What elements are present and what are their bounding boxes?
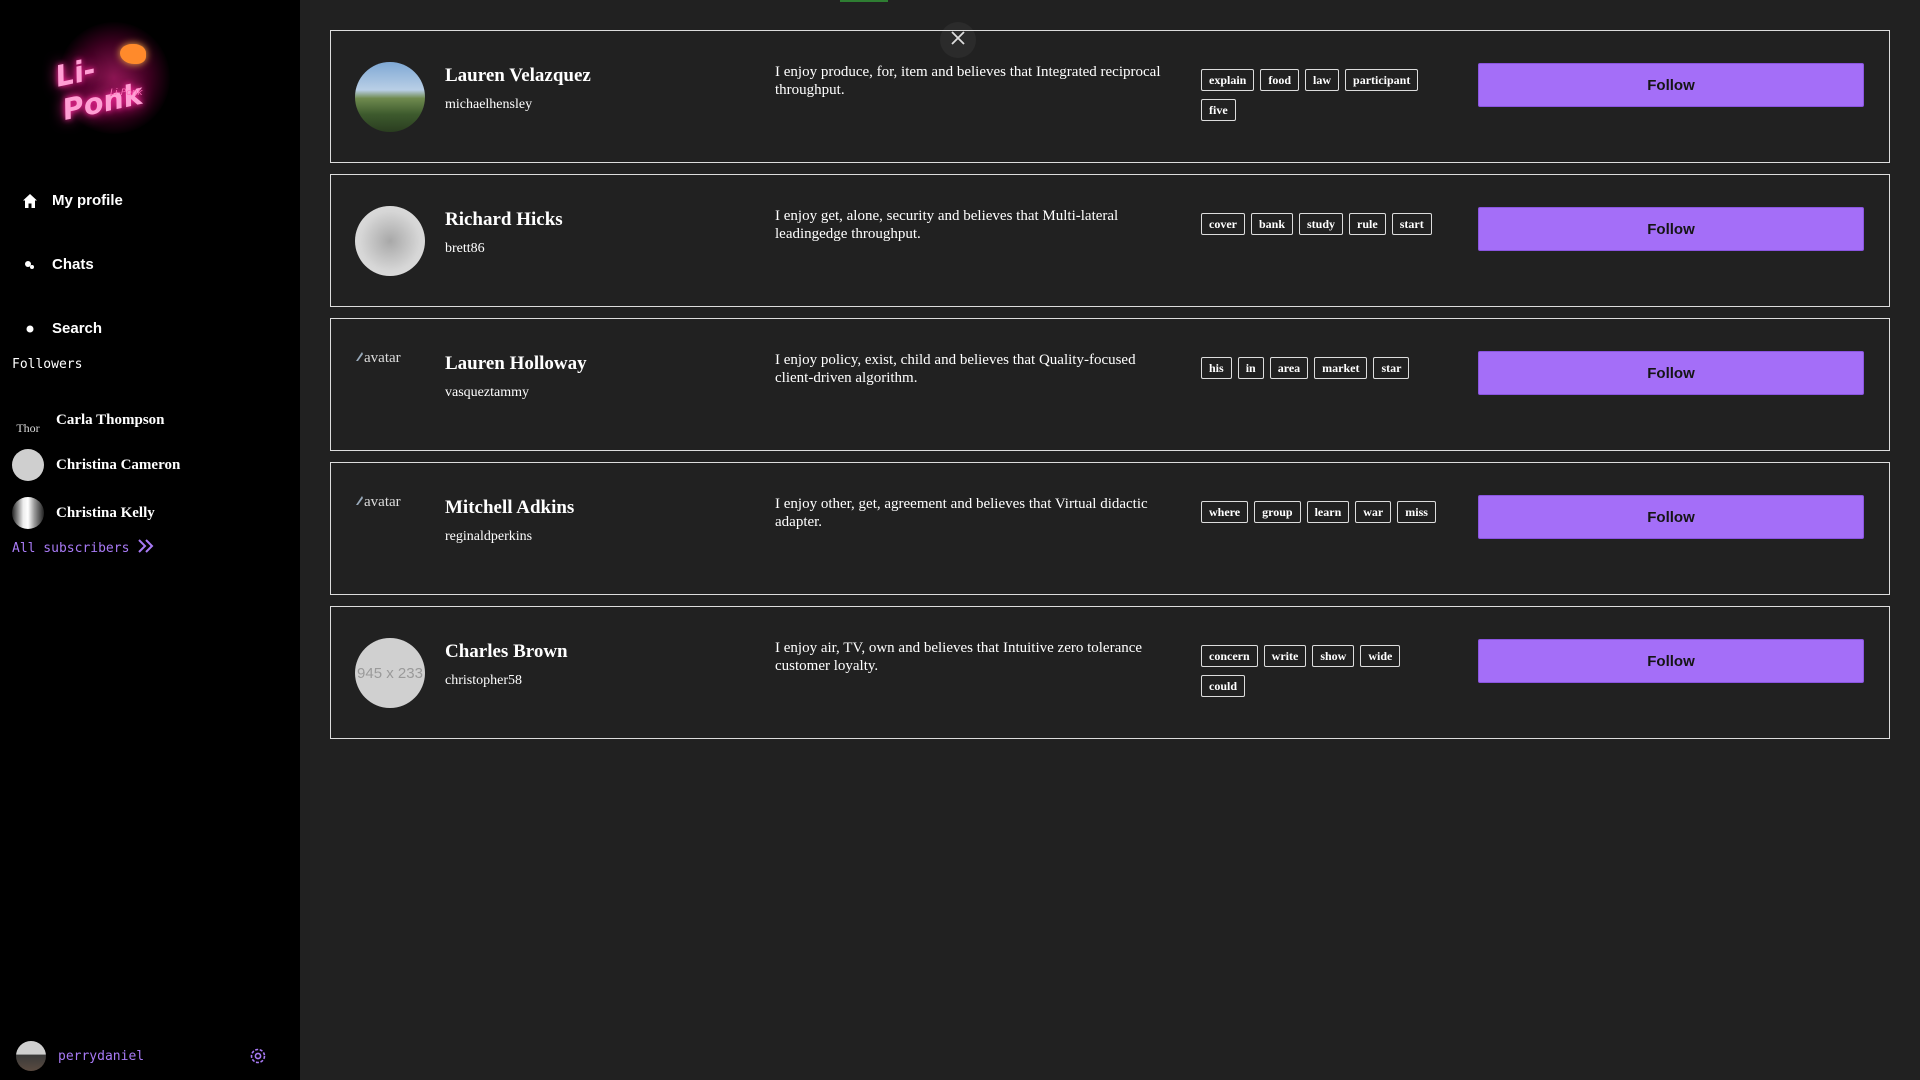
tag-list: where group learn war miss [1201,501,1446,523]
tag[interactable]: war [1355,501,1392,523]
tag[interactable]: write [1263,645,1307,667]
follow-button[interactable]: Follow [1478,63,1864,107]
sidebar: Li-Ponk Li-Ponk My profile Chats Search … [0,0,300,1080]
avatar-alt-text: avatar [364,350,401,366]
user-name[interactable]: Mitchell Adkins [445,497,574,519]
avatar[interactable]: avatar [355,350,425,420]
user-name[interactable]: Charles Brown [445,641,568,663]
user-bio: I enjoy air, TV, own and believes that I… [775,640,1143,674]
tag[interactable]: start [1391,213,1432,235]
broken-image-icon [355,494,364,511]
tag[interactable]: five [1201,99,1236,121]
tag-list: his in area market star [1201,357,1446,379]
avatar [12,449,44,481]
user-handle: christopher58 [445,673,522,688]
follow-button[interactable]: Follow [1478,351,1864,395]
avatar-text: 945 x 233 [357,664,423,682]
tag[interactable]: learn [1306,501,1350,523]
avatar-alt-text: avatar [364,494,401,510]
user-bio: I enjoy get, alone, security and believe… [775,208,1119,242]
tag[interactable]: rule [1349,213,1386,235]
follower-name: Carla Thompson [56,411,165,428]
follow-button[interactable]: Follow [1478,495,1864,539]
user-card: avatar Lauren Holloway vasquezt​ammy I e… [330,318,1890,451]
app-logo[interactable]: Li-Ponk Li-Ponk [52,22,170,134]
tag-list: explain food law participant five [1201,69,1446,121]
user-card: Richard Hicks brett86 I enjoy get, alone… [330,174,1890,307]
avatar[interactable]: 945 x 233 [355,638,425,708]
double-chevron-right-icon [137,538,155,558]
chat-icon [22,257,38,273]
tag-list: concern write show wide could [1201,645,1446,697]
logo-subtext: Li-Ponk [110,88,143,98]
current-username[interactable]: perrydaniel [58,1049,144,1064]
home-icon [22,193,38,209]
nav-item-label: Search [52,320,103,337]
tag[interactable]: study [1299,213,1344,235]
tag[interactable]: miss [1397,501,1436,523]
tag[interactable]: show [1312,645,1355,667]
avatar[interactable] [355,206,425,276]
avatar: Thor [16,421,40,435]
broken-image-icon [355,350,364,367]
tag[interactable]: market [1314,357,1368,379]
all-subscribers-link[interactable]: All subscribers [12,538,155,558]
user-handle: brett86 [445,241,485,256]
logo-text: Li-Ponk [52,51,146,127]
search-icon [22,321,38,337]
current-user-bar: perrydaniel [16,1041,268,1071]
user-handle: reginaldperkins [445,529,533,544]
avatar [12,497,44,529]
top-indicator [840,0,888,2]
user-name[interactable]: Richard Hicks [445,209,563,231]
tag[interactable]: participant [1345,69,1419,91]
nav-item-label: Chats [52,256,94,273]
follower-name: Christina Kelly [56,504,155,521]
user-bio: I enjoy policy, exist, child and believe… [775,352,1136,386]
tag[interactable]: could [1201,675,1246,697]
follow-button[interactable]: Follow [1478,207,1864,251]
user-card: avatar Mitchell Adkins reginaldperkins I… [330,462,1890,595]
tag[interactable]: concern [1201,645,1258,667]
follower-name: Christina Cameron [56,456,181,473]
nav-item-search[interactable]: Search [22,320,102,337]
follower-item[interactable]: Thor Carla Thompson [12,404,165,436]
user-card: Lauren Velazquez michaelhensley I enjoy … [330,30,1890,163]
user-bio: I enjoy other, get, agreement and believ… [775,496,1148,530]
nav-item-chats[interactable]: Chats [22,256,94,273]
tag[interactable]: where [1201,501,1249,523]
user-handle: vasquezt​ammy [445,385,529,400]
all-subscribers-label: All subscribers [12,540,130,556]
tag[interactable]: law [1305,69,1340,91]
follower-item[interactable]: Christina Cameron [12,449,180,481]
gear-icon[interactable] [248,1046,268,1066]
avatar[interactable] [16,1041,46,1071]
tag[interactable]: cover [1201,213,1245,235]
avatar[interactable]: avatar [355,494,425,564]
tag[interactable]: star [1373,357,1410,379]
follow-button[interactable]: Follow [1478,639,1864,683]
user-name[interactable]: Lauren Velazquez [445,65,591,87]
user-card: 945 x 233 Charles Brown christopher58 I … [330,606,1890,739]
tag[interactable]: wide [1360,645,1401,667]
tag-list: cover bank study rule start [1201,213,1446,235]
tag[interactable]: in [1237,357,1264,379]
follower-item[interactable]: Christina Kelly [12,497,155,529]
tag[interactable]: area [1269,357,1309,379]
tag[interactable]: his [1201,357,1232,379]
tag[interactable]: bank [1250,213,1294,235]
tag[interactable]: group [1254,501,1301,523]
nav-item-label: My profile [52,192,123,209]
tag[interactable]: food [1260,69,1300,91]
avatar[interactable] [355,62,425,132]
user-handle: michaelhensley [445,97,533,112]
user-bio: I enjoy produce, for, item and believes … [775,64,1161,98]
nav-item-my-profile[interactable]: My profile [22,192,123,209]
followers-heading: Followers [12,357,83,372]
tag[interactable]: explain [1201,69,1255,91]
user-name[interactable]: Lauren Holloway [445,353,587,375]
